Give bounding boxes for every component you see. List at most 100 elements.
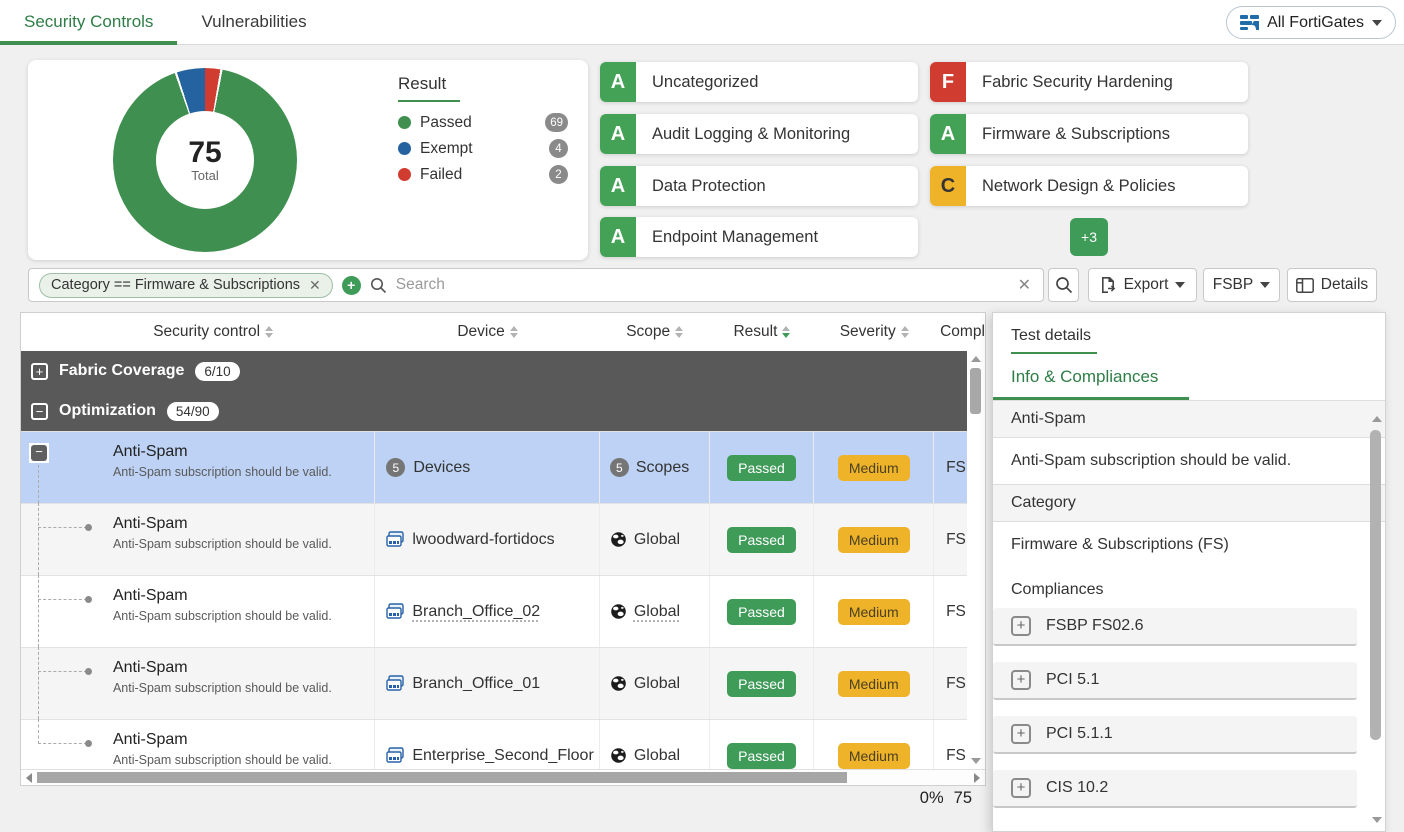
remove-filter-icon[interactable]: ✕ [309,277,321,294]
export-label: Export [1124,276,1169,294]
scope-link[interactable]: Global [634,675,680,693]
category-card-data-protection[interactable]: A Data Protection [600,166,918,206]
expand-icon[interactable]: + [31,363,48,380]
tab-vulnerabilities[interactable]: Vulnerabilities [177,0,330,45]
column-header-compliance[interactable]: Compl [934,313,985,351]
column-header-result[interactable]: Result [710,313,815,351]
group-row-fabric-coverage[interactable]: + Fabric Coverage 6/10 [21,351,985,391]
compliance-item-cis-10-2[interactable]: + CIS 10.2 [993,770,1357,808]
grade-badge: A [600,217,636,257]
compliance-label: PCI 5.1 [1046,671,1099,689]
scrollbar-thumb[interactable] [970,368,981,414]
column-header-scope[interactable]: Scope [600,313,710,351]
grade-badge: A [600,62,636,102]
table-row[interactable]: Anti-Spam Anti-Spam subscription should … [21,647,985,719]
collapse-row-icon[interactable]: − [29,443,49,463]
tab-info-compliances[interactable]: Info & Compliances [993,367,1189,400]
collapse-icon[interactable]: − [31,403,48,420]
category-card-uncategorized[interactable]: A Uncategorized [600,62,918,102]
table-row-anti-spam-parent[interactable]: − Anti-Spam Anti-Spam subscription shoul… [21,431,985,503]
category-card-network-design[interactable]: C Network Design & Policies [930,166,1248,206]
column-header-device[interactable]: Device [375,313,600,351]
compliance-label: PCI 5.1.1 [1046,725,1113,743]
device-count-label: Devices [413,459,470,477]
control-name: Anti-Spam [113,731,188,749]
export-button[interactable]: Export [1088,268,1197,302]
tab-test-details[interactable]: Test details [1011,327,1097,354]
donut-center: 75 Total [156,111,254,209]
expand-icon[interactable]: + [1011,616,1031,636]
category-card-fabric-security-hardening[interactable]: F Fabric Security Hardening [930,62,1248,102]
fortigate-device-icon [386,531,404,548]
legend-title: Result [398,74,460,102]
more-categories-button[interactable]: +3 [1070,218,1108,256]
scroll-down-icon[interactable] [971,758,981,764]
details-panel-icon [1296,278,1314,293]
device-link[interactable]: Branch_Office_01 [412,675,540,693]
severity-badge: Medium [838,455,910,481]
device-link[interactable]: Enterprise_Second_Floor [412,747,593,765]
column-header-security-control[interactable]: Security control [51,313,375,351]
scroll-left-icon[interactable] [26,773,32,783]
category-card-audit-logging[interactable]: A Audit Logging & Monitoring [600,114,918,154]
scope-link[interactable]: Global [634,531,680,549]
scrollbar-thumb[interactable] [1370,430,1381,740]
category-card-endpoint-management[interactable]: A Endpoint Management [600,217,918,257]
compliance-item-fsbp[interactable]: + FSBP FS02.6 [993,608,1357,646]
result-donut-chart[interactable]: 75 Total [113,68,297,252]
legend-item-failed[interactable]: Failed 2 [398,165,568,184]
scope-link[interactable]: Global [634,603,680,621]
compliance-label: CIS 10.2 [1046,779,1108,797]
search-button[interactable] [1048,268,1079,302]
scroll-up-icon[interactable] [1372,416,1382,422]
donut-total-value: 75 [188,137,221,169]
category-card-firmware-subscriptions[interactable]: A Firmware & Subscriptions [930,114,1248,154]
scroll-up-icon[interactable] [971,356,981,362]
tab-security-controls[interactable]: Security Controls [0,0,177,45]
expand-icon[interactable]: + [1011,778,1031,798]
table-footer: 0% 75 [920,789,972,808]
scroll-right-icon[interactable] [974,773,980,783]
legend-item-passed[interactable]: Passed 69 [398,113,568,132]
table-row[interactable]: Anti-Spam Anti-Spam subscription should … [21,575,985,647]
table-vertical-scrollbar[interactable] [967,351,985,769]
clear-search-icon[interactable]: ✕ [1016,275,1033,295]
add-filter-button[interactable]: + [342,276,361,295]
scroll-down-icon[interactable] [1372,817,1382,823]
compliances-section-label: Compliances [993,568,1385,608]
globe-icon [610,675,627,692]
fortigate-device-icon [386,747,404,764]
filter-search-box[interactable]: Category == Firmware & Subscriptions ✕ +… [28,268,1044,302]
device-link[interactable]: Branch_Office_02 [412,603,540,621]
expand-icon[interactable]: + [1011,724,1031,744]
scrollbar-thumb[interactable] [37,772,847,783]
fortigate-selector-button[interactable]: All FortiGates [1226,6,1396,39]
globe-icon [610,531,627,548]
compliance-item-pci-5-1-1[interactable]: + PCI 5.1.1 [993,716,1357,754]
compliance-item-pci-5-1[interactable]: + PCI 5.1 [993,662,1357,700]
scope-link[interactable]: Global [634,747,680,765]
globe-icon [610,603,627,620]
severity-badge: Medium [838,599,910,625]
tree-node-icon [85,668,92,675]
filter-pill[interactable]: Category == Firmware & Subscriptions ✕ [39,273,333,298]
group-row-optimization[interactable]: − Optimization 54/90 [21,391,985,431]
category-label: Network Design & Policies [966,177,1176,196]
device-link[interactable]: lwoodward-fortidocs [412,531,554,549]
search-input[interactable] [396,276,1007,294]
sort-icon [265,326,273,338]
table-row[interactable]: Anti-Spam Anti-Spam subscription should … [21,503,985,575]
result-summary-card: 75 Total Result Passed 69 Exempt 4 [28,60,588,260]
fortigate-device-icon [386,603,404,620]
legend-item-exempt[interactable]: Exempt 4 [398,139,568,158]
column-header-severity[interactable]: Severity [814,313,934,351]
export-icon [1100,276,1117,294]
table-horizontal-scrollbar[interactable] [21,769,985,785]
control-description: Anti-Spam subscription should be valid. [113,465,332,479]
expand-icon[interactable]: + [1011,670,1031,690]
panel-scrollbar[interactable] [1368,416,1383,823]
field-label: Anti-Spam [993,400,1385,438]
device-count-badge: 5 [386,458,405,477]
details-toggle-button[interactable]: Details [1287,268,1377,302]
compliance-view-dropdown[interactable]: FSBP [1203,268,1280,302]
